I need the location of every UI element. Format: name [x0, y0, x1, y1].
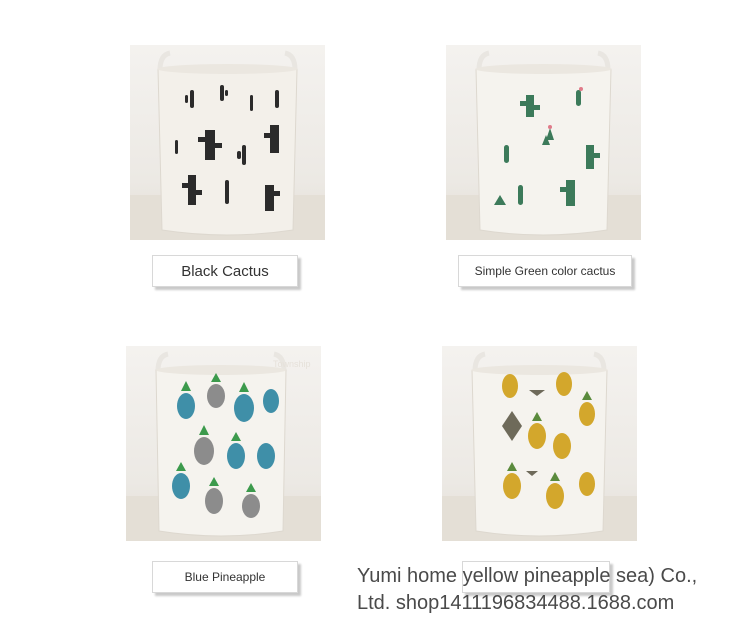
product-image-yellow-pineapple[interactable]: [442, 346, 637, 541]
product-image-green-cactus[interactable]: [446, 45, 641, 240]
product-label-green-cactus[interactable]: Simple Green color cactus: [458, 255, 632, 287]
shop-info-line-2: Ltd. shop1411196834488.1688.com: [357, 592, 675, 614]
product-image-blue-pineapple[interactable]: Township: [126, 346, 321, 541]
product-label-blue-pineapple[interactable]: Blue Pineapple: [152, 561, 298, 593]
product-image-black-cactus[interactable]: [130, 45, 325, 240]
product-label-black-cactus[interactable]: Black Cactus: [152, 255, 298, 287]
product-name: Blue Pineapple: [184, 570, 266, 584]
product-name: Black Cactus: [181, 262, 269, 280]
watermark-text: Township: [273, 359, 311, 369]
product-card-blue-pineapple[interactable]: Township Blue Pineapple: [126, 346, 321, 596]
shop-info-text: Yumi home yellow pineapple sea) Co., Ltd…: [357, 563, 742, 617]
product-card-green-cactus[interactable]: Simple Green color cactus: [446, 45, 641, 290]
product-card-black-cactus[interactable]: Black Cactus: [130, 45, 325, 290]
product-card-yellow-pineapple[interactable]: [442, 346, 637, 596]
shop-info-line-1: Yumi home yellow pineapple sea) Co.,: [357, 565, 698, 587]
product-name: Simple Green color cactus: [474, 264, 616, 278]
